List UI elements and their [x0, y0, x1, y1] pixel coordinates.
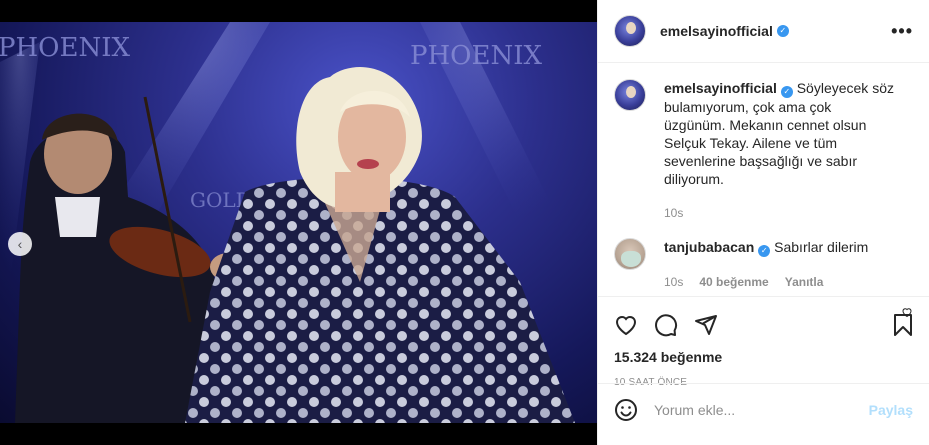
post-header: emelsayinofficial ✓ •••	[598, 0, 929, 63]
post-actions: 15.324 beğenme 10 saat önce Yorum ekle..…	[598, 296, 929, 435]
comment-item: tanjubabacan ✓ Sabırlar dilerim 10s 40 be…	[614, 238, 913, 291]
caption-text: Söyleyecek söz bulamıyorum, çok ama çok …	[664, 80, 894, 187]
sign-right: PHOENIX	[410, 41, 542, 71]
commenter-avatar[interactable]	[614, 238, 646, 270]
verified-icon: ✓	[758, 245, 771, 257]
verified-icon: ✓	[780, 86, 793, 98]
carousel-prev-button[interactable]: ‹	[8, 232, 32, 256]
chevron-left-icon: ‹	[17, 236, 23, 252]
comment-composer: Yorum ekle... Paylaş	[598, 383, 929, 435]
singer-figure	[185, 67, 575, 423]
caption-time[interactable]: 10s	[664, 204, 683, 222]
post-photo[interactable]: PHOENIX PHOENIX GOLDEN PHOENIX	[0, 22, 597, 423]
photo-illustration: PHOENIX PHOENIX GOLDEN PHOENIX	[0, 22, 575, 423]
likes-count[interactable]: 15.324 beğenme	[614, 349, 913, 365]
comment-text: Sabırlar dilerim	[774, 239, 869, 255]
reply-button[interactable]: Yanıtla	[785, 273, 824, 291]
caption-username[interactable]: emelsayinofficial	[664, 80, 777, 96]
post-comment-button[interactable]: Paylaş	[869, 402, 913, 418]
post-side-panel: emelsayinofficial ✓ ••• emelsayinofficia…	[597, 0, 929, 445]
more-icon[interactable]: •••	[891, 21, 913, 42]
caption: emelsayinofficial ✓ Söyleyecek söz bulamı…	[614, 79, 913, 222]
comment-input[interactable]: Yorum ekle...	[654, 402, 869, 418]
heart-icon[interactable]	[614, 313, 638, 337]
comment-time[interactable]: 10s	[664, 273, 683, 291]
post-media: PHOENIX PHOENIX GOLDEN PHOENIX	[0, 0, 597, 445]
comments-section: emelsayinofficial ✓ Söyleyecek söz bulamı…	[598, 63, 929, 318]
comment-likes[interactable]: 40 beğenme	[699, 273, 768, 291]
bookmark-icon[interactable]	[891, 313, 915, 337]
sign-left: PHOENIX	[0, 33, 130, 63]
author-username[interactable]: emelsayinofficial	[660, 23, 773, 39]
emoji-icon[interactable]	[614, 398, 638, 422]
commenter-username[interactable]: tanjubabacan	[664, 239, 754, 255]
share-icon[interactable]	[694, 313, 718, 337]
caption-avatar[interactable]	[614, 79, 646, 111]
author-avatar[interactable]	[614, 15, 646, 47]
verified-icon: ✓	[776, 25, 789, 37]
comment-icon[interactable]	[654, 313, 678, 337]
